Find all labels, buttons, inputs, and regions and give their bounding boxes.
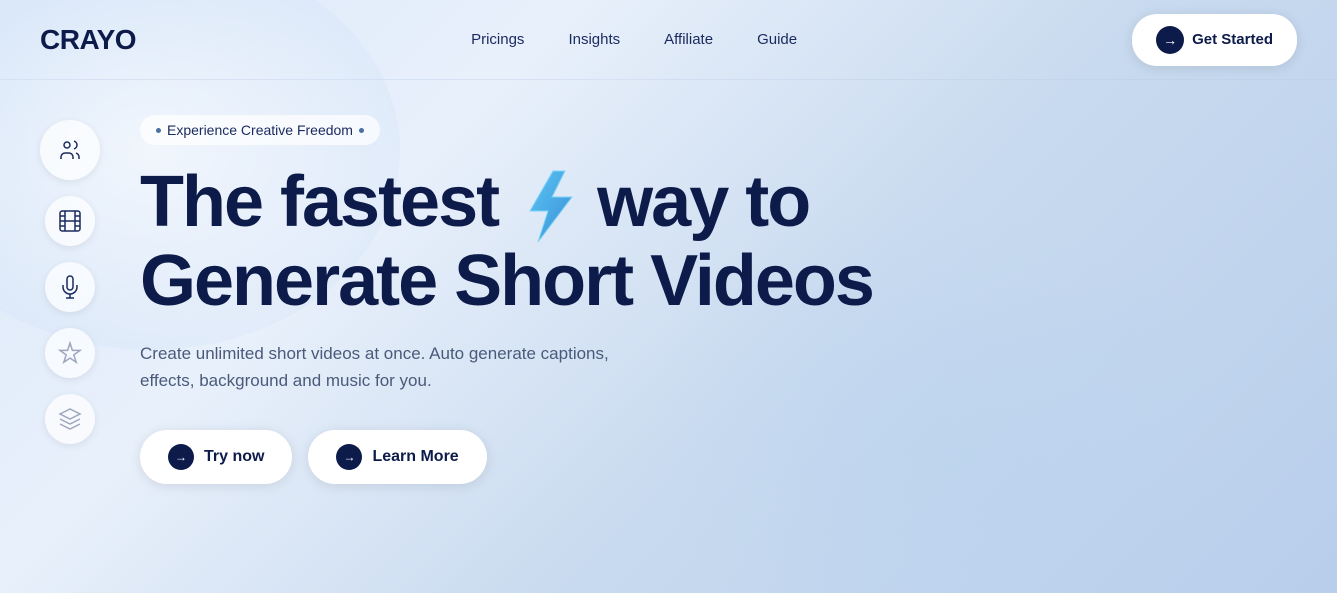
- sidebar-film-icon-circle[interactable]: [45, 196, 95, 246]
- layers-icon: [58, 407, 82, 431]
- lightning-bolt-icon: [520, 169, 575, 244]
- film-icon: [58, 209, 82, 233]
- header: CRAYO Pricings Insights Affiliate Guide …: [0, 0, 1337, 80]
- learn-more-button[interactable]: → Learn More: [308, 430, 486, 484]
- cta-buttons: → Try now → Learn More: [140, 430, 1297, 484]
- hero-title: The fastest way to Generate: [140, 165, 1297, 320]
- sidebar-icons: [40, 110, 100, 484]
- nav-item-insights[interactable]: Insights: [550, 23, 638, 56]
- main-content: Experience Creative Freedom The fastest: [0, 80, 1337, 484]
- get-started-label: Get Started: [1192, 31, 1273, 48]
- badge-dot-left: [156, 128, 161, 133]
- badge-dot-right: [359, 128, 364, 133]
- get-started-button[interactable]: → Get Started: [1132, 14, 1297, 66]
- sidebar-sparkle-icon-circle[interactable]: [45, 328, 95, 378]
- hero-description: Create unlimited short videos at once. A…: [140, 340, 610, 394]
- get-started-arrow-icon: →: [1156, 26, 1184, 54]
- sidebar-mic-icon-circle[interactable]: [45, 262, 95, 312]
- hero-title-line1: The fastest way to: [140, 162, 809, 242]
- nav-item-guide[interactable]: Guide: [739, 23, 815, 56]
- hero-section: Experience Creative Freedom The fastest: [140, 110, 1297, 484]
- mic-icon: [58, 275, 82, 299]
- page-wrapper: CRAYO Pricings Insights Affiliate Guide …: [0, 0, 1337, 593]
- try-now-label: Try now: [204, 448, 264, 466]
- nav-item-affiliate[interactable]: Affiliate: [646, 23, 731, 56]
- sparkle-icon: [58, 341, 82, 365]
- learn-more-label: Learn More: [372, 448, 458, 466]
- badge-text: Experience Creative Freedom: [167, 122, 353, 138]
- learn-more-arrow-icon: →: [336, 444, 362, 470]
- try-now-button[interactable]: → Try now: [140, 430, 292, 484]
- nav: Pricings Insights Affiliate Guide: [453, 23, 815, 56]
- sidebar-users-icon-circle[interactable]: [40, 120, 100, 180]
- users-icon: [58, 138, 82, 162]
- logo: CRAYO: [40, 24, 136, 56]
- hero-badge: Experience Creative Freedom: [140, 115, 380, 145]
- hero-title-line3: Generate Short Videos: [140, 241, 873, 321]
- try-now-arrow-icon: →: [168, 444, 194, 470]
- sidebar-layers-icon-circle[interactable]: [45, 394, 95, 444]
- nav-item-pricings[interactable]: Pricings: [453, 23, 542, 56]
